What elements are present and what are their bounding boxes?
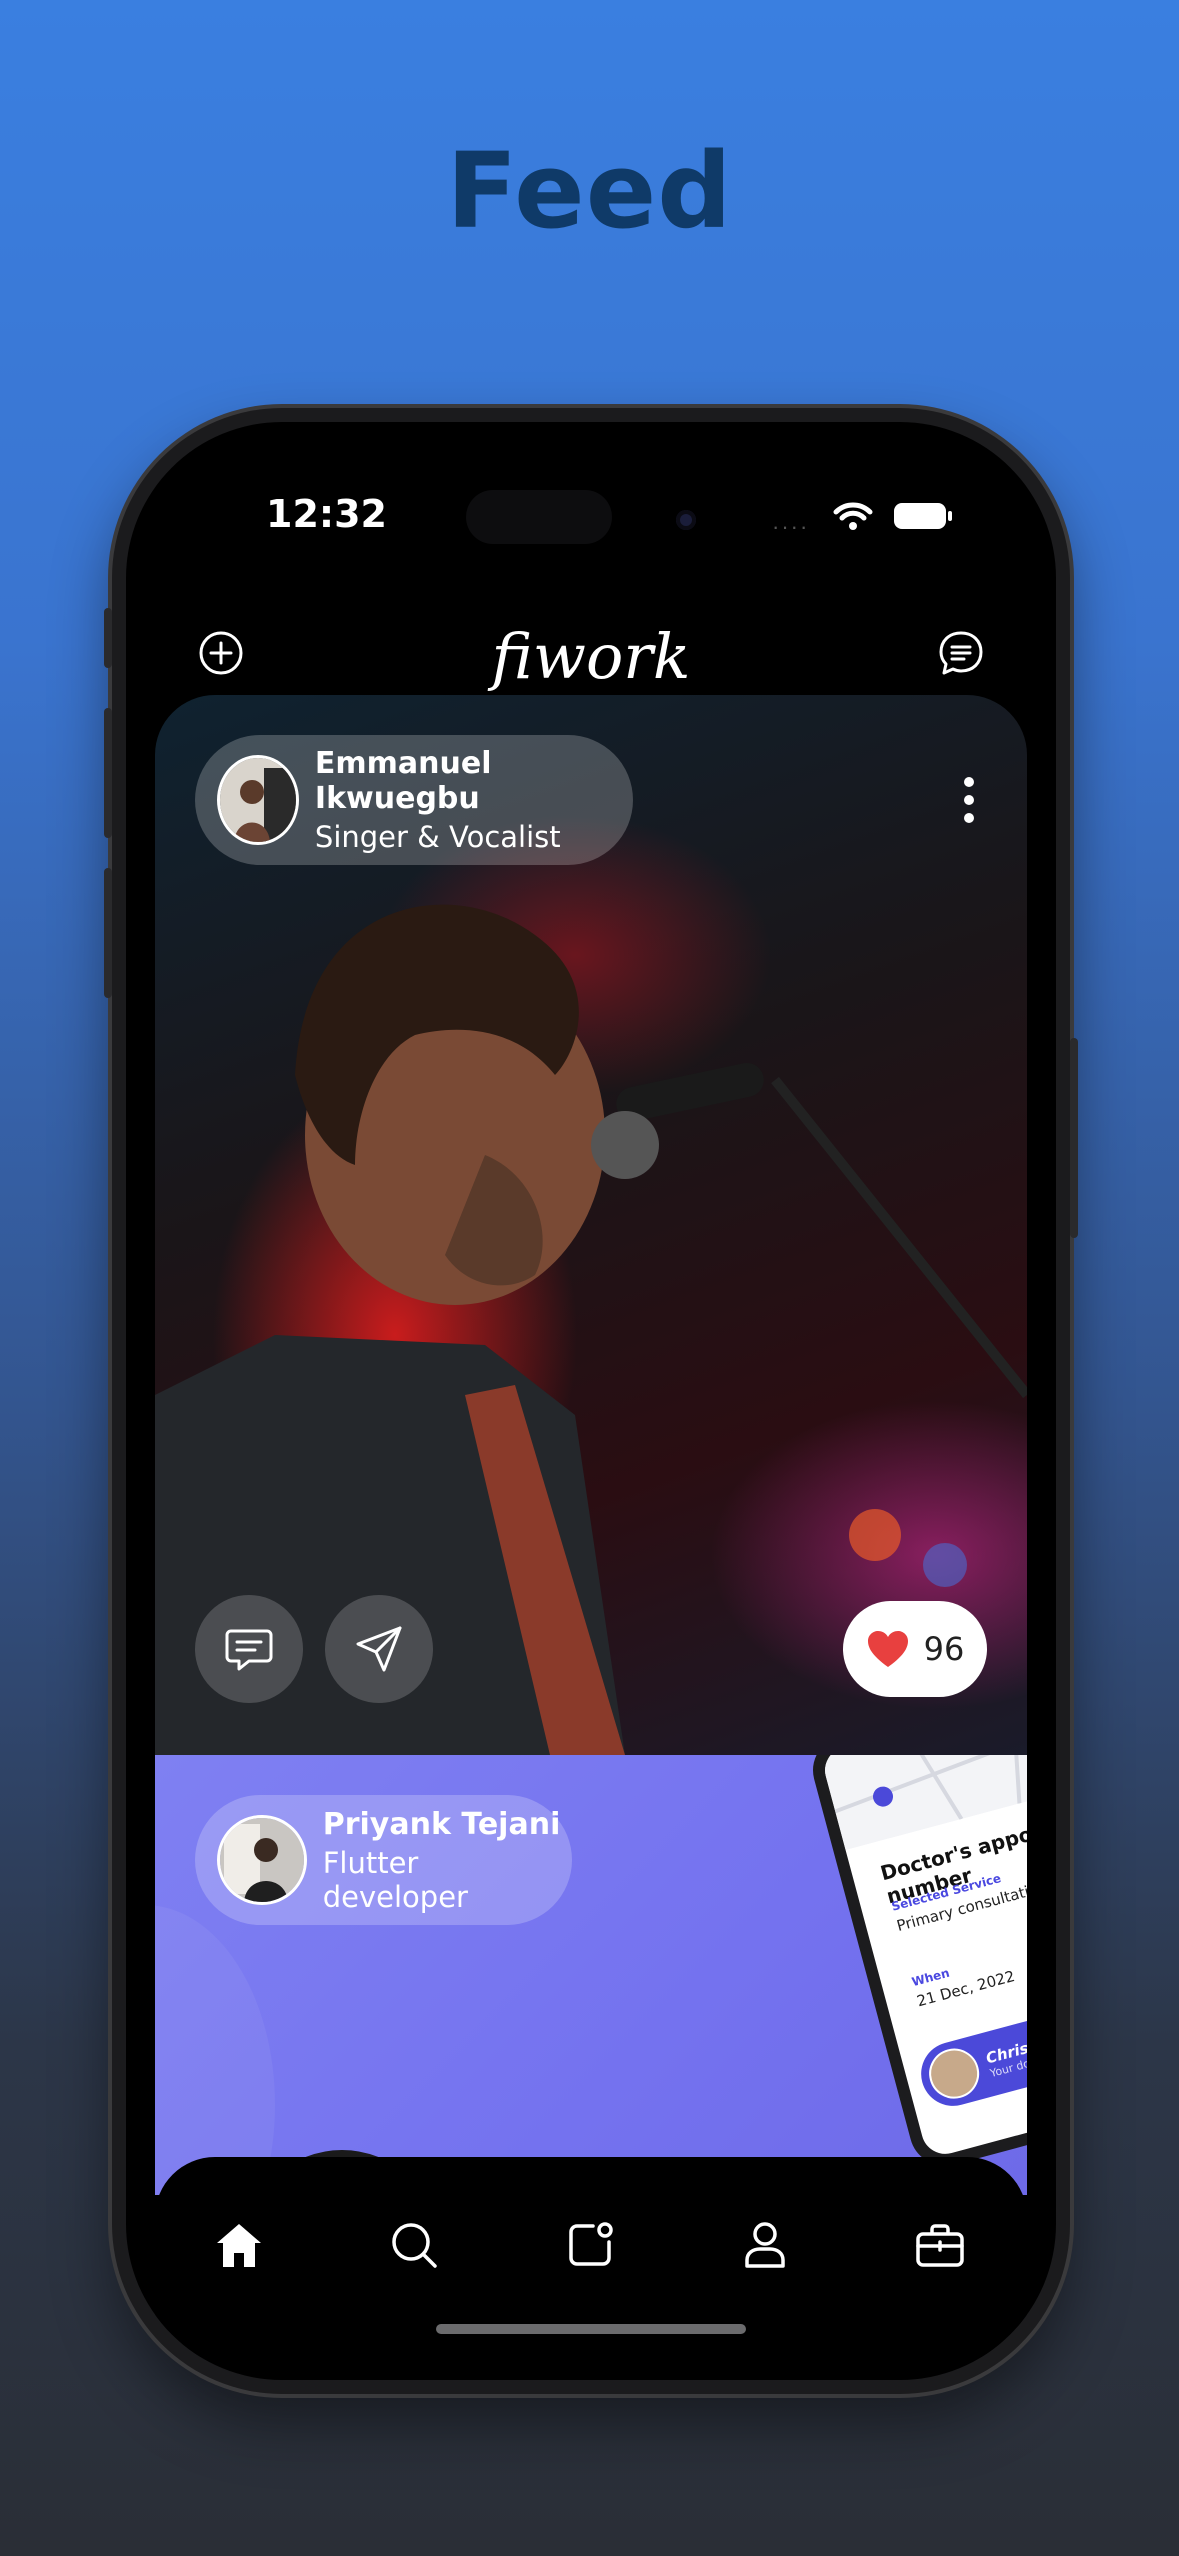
- avatar: [923, 2042, 985, 2105]
- author-role: Singer & Vocalist: [314, 820, 561, 854]
- wifi-icon: [833, 502, 873, 530]
- message-icon[interactable]: [938, 630, 984, 676]
- phone-power-button: [1070, 1038, 1078, 1238]
- app-header: fiwork: [126, 602, 1056, 702]
- page-title: Feed: [446, 130, 733, 252]
- heart-icon: [867, 1631, 908, 1667]
- author-name[interactable]: Priyank Tejani: [323, 1807, 572, 1842]
- phone-side-button: [104, 608, 112, 668]
- phone-screen: 12:32 ···· fiwork Emmanuel Ikwuegbu Sing…: [126, 422, 1056, 2380]
- author-chip[interactable]: Emmanuel Ikwuegbu Singer & Vocalist: [195, 735, 633, 865]
- author-name[interactable]: Emmanuel Ikwuegbu: [315, 746, 633, 816]
- tab-home[interactable]: [211, 2217, 267, 2273]
- more-vertical-icon[interactable]: [961, 777, 977, 823]
- tab-notes[interactable]: [562, 2217, 618, 2273]
- camera-dot: [676, 510, 696, 530]
- avatar[interactable]: [217, 1815, 307, 1905]
- dynamic-island: [466, 490, 612, 544]
- home-indicator: [436, 2324, 746, 2334]
- comment-icon: [225, 1629, 273, 1671]
- app-logo: fiwork: [491, 620, 691, 693]
- phone-volume-down: [104, 868, 112, 998]
- post-card-2[interactable]: Priyank Tejani Flutter developer Doctor'…: [155, 1755, 1027, 2195]
- phone-frame: 12:32 ···· fiwork Emmanuel Ikwuegbu Sing…: [104, 408, 1078, 2394]
- send-icon: [356, 1626, 402, 1672]
- like-button[interactable]: 96: [843, 1601, 987, 1697]
- tab-search[interactable]: [386, 2217, 442, 2273]
- status-icons: [832, 500, 954, 537]
- home-icon: [217, 2224, 261, 2267]
- share-button[interactable]: [325, 1595, 433, 1703]
- avatar[interactable]: [217, 755, 299, 845]
- tab-jobs[interactable]: [912, 2217, 968, 2273]
- status-time: 12:32: [266, 492, 387, 536]
- post-card-1[interactable]: Emmanuel Ikwuegbu Singer & Vocalist 96: [155, 695, 1027, 1755]
- tab-profile[interactable]: [737, 2217, 793, 2273]
- search-icon: [392, 2223, 437, 2268]
- author-chip[interactable]: Priyank Tejani Flutter developer: [195, 1795, 572, 1925]
- signal-icon: ····: [772, 514, 810, 539]
- phone-volume-up: [104, 708, 112, 838]
- briefcase-icon: [916, 2224, 964, 2267]
- comment-button[interactable]: [195, 1595, 303, 1703]
- battery-icon: [894, 503, 953, 529]
- like-count: 96: [923, 1630, 965, 1668]
- notes-icon: [569, 2222, 613, 2266]
- author-role: Flutter developer: [322, 1845, 468, 1914]
- app-mockup-image: Doctor's appointment number Selected Ser…: [805, 1755, 1027, 2174]
- profile-icon: [745, 2222, 785, 2268]
- decorative-arc: [155, 1905, 275, 2195]
